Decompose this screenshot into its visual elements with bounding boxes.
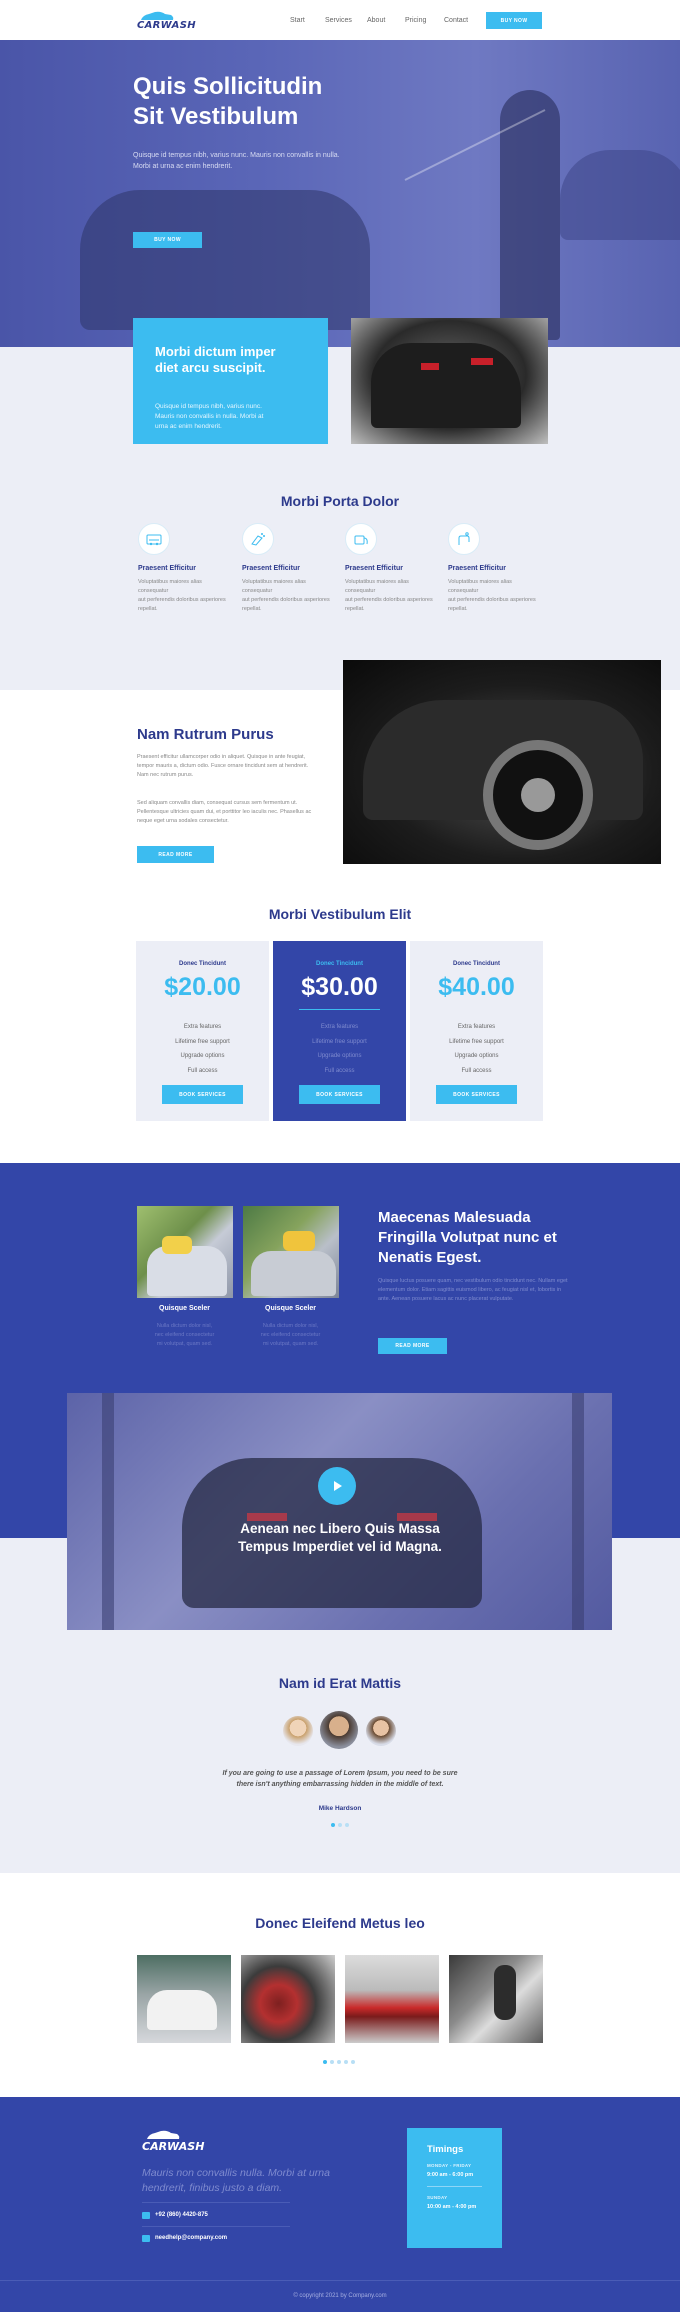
testimonial-quote: If you are going to use a passage of Lor…	[222, 1770, 458, 1788]
slider-dot[interactable]	[331, 1823, 335, 1827]
gallery-dot[interactable]	[330, 2060, 334, 2064]
hand-wash-icon	[448, 523, 480, 555]
video-title: Aenean nec Libero Quis Massa Tempus Impe…	[238, 1521, 442, 1554]
intro-card-title: Morbi dictum imper diet arcu suscipit.	[155, 344, 276, 375]
play-button[interactable]	[318, 1467, 356, 1505]
nav-start[interactable]: Start	[290, 17, 305, 24]
timings-label: MONDAY - FRIDAY	[427, 2163, 472, 2168]
hero-car-image	[80, 190, 370, 330]
hero-background-car	[560, 150, 680, 240]
nav-pricing[interactable]: Pricing	[405, 17, 426, 24]
services-background	[0, 347, 680, 690]
washing-photo	[243, 1206, 339, 1298]
gallery-dot[interactable]	[344, 2060, 348, 2064]
car-logo-icon	[147, 2130, 180, 2139]
service-item: Praesent Efficitur Voluptatibus maiores …	[242, 523, 332, 614]
feature-read-more-button[interactable]: READ MORE	[378, 1338, 447, 1354]
logo-text: CARWASH	[137, 20, 196, 31]
feature-card-caption: Quisque Sceler	[265, 1305, 316, 1312]
timings-hours: 9:00 am - 6:00 pm	[427, 2172, 474, 2178]
footer-description: Mauris non convallis nulla. Morbi at urn…	[142, 2167, 330, 2194]
pricing-card: Donec Tincidunt $20.00 Extra features Li…	[136, 941, 269, 1121]
divider	[0, 2280, 680, 2281]
gallery-dot[interactable]	[337, 2060, 341, 2064]
testimonial-author: Mike Hardson	[318, 1805, 362, 1812]
avatar[interactable]	[283, 1716, 313, 1746]
gallery-image[interactable]	[345, 1955, 439, 2043]
pricing-card: Donec Tincidunt $40.00 Extra features Li…	[410, 941, 543, 1121]
gallery-dot[interactable]	[351, 2060, 355, 2064]
nav-services[interactable]: Services	[325, 17, 352, 24]
washing-photo	[137, 1206, 233, 1298]
footer-email[interactable]: needhelp@company.com	[155, 2235, 227, 2241]
about-paragraph: Sed aliquam convallis diam, consequat cu…	[137, 800, 312, 824]
nav-about[interactable]: About	[367, 17, 385, 24]
spray-icon	[242, 523, 274, 555]
divider	[142, 2226, 290, 2227]
gallery-image[interactable]	[137, 1955, 231, 2043]
hero-buy-now-button[interactable]: BUY NOW	[133, 232, 202, 248]
intro-card: Morbi dictum imper diet arcu suscipit. Q…	[133, 318, 328, 444]
hero-title: Quis Sollicitudin Sit Vestibulum	[133, 73, 323, 130]
book-services-button[interactable]: BOOK SERVICES	[162, 1085, 243, 1104]
gallery-image[interactable]	[241, 1955, 335, 2043]
about-paragraph: Praesent efficitur ullamcorper odio in a…	[137, 754, 309, 778]
site-header: CARWASH Start Services About Pricing Con…	[0, 0, 680, 40]
timings-hours: 10:00 am - 4:00 pm	[427, 2204, 477, 2210]
book-services-button[interactable]: BOOK SERVICES	[436, 1085, 517, 1104]
divider	[142, 2202, 290, 2203]
footer-phone[interactable]: +92 (860) 4420-875	[155, 2212, 208, 2218]
email-icon	[142, 2235, 150, 2242]
about-read-more-button[interactable]: READ MORE	[137, 846, 214, 863]
hero-text: Quisque id tempus nibh, varius nunc. Mau…	[133, 152, 340, 170]
gallery-image[interactable]	[449, 1955, 543, 2043]
services-title: Morbi Porta Dolor	[280, 493, 400, 509]
intro-card-text: Quisque id tempus nibh, varius nunc. Mau…	[155, 403, 264, 430]
play-icon	[334, 1481, 342, 1491]
timings-label: SUNDAY	[427, 2195, 448, 2200]
copyright: © copyright 2021 by Company.com	[293, 2293, 387, 2299]
gallery-title: Donec Eleifend Metus leo	[255, 1915, 425, 1931]
gallery-dot[interactable]	[323, 2060, 327, 2064]
slider-dot[interactable]	[345, 1823, 349, 1827]
vacuum-icon	[345, 523, 377, 555]
testimonials-title: Nam id Erat Mattis	[278, 1675, 402, 1691]
avatar[interactable]	[366, 1716, 396, 1746]
timings-card: Timings MONDAY - FRIDAY 9:00 am - 6:00 p…	[407, 2128, 502, 2248]
timings-title: Timings	[427, 2144, 464, 2155]
pricing-title: Morbi Vestibulum Elit	[268, 906, 412, 922]
car-rear-photo	[351, 318, 548, 444]
wet-car-photo	[343, 660, 661, 864]
service-item: Praesent Efficitur Voluptatibus maiores …	[448, 523, 538, 614]
pricing-card-featured: Donec Tincidunt $30.00 Extra features Li…	[273, 941, 406, 1121]
feature-card-caption: Quisque Sceler	[159, 1305, 210, 1312]
about-title: Nam Rutrum Purus	[137, 726, 274, 743]
feature-title: Maecenas Malesuada Fringilla Volutpat nu…	[378, 1209, 557, 1266]
book-services-button[interactable]: BOOK SERVICES	[299, 1085, 380, 1104]
phone-icon	[142, 2212, 150, 2219]
nav-contact[interactable]: Contact	[444, 17, 468, 24]
feature-card-text: Nulla dictum dolor nisl, nec eleifend co…	[154, 1323, 215, 1347]
video-panel[interactable]	[67, 1393, 612, 1630]
header-buy-now-button[interactable]: BUY NOW	[486, 12, 542, 29]
price-value: $40.00	[438, 973, 515, 1001]
footer-logo[interactable]: CARWASH	[142, 2130, 205, 2153]
car-wash-icon	[138, 523, 170, 555]
carwash-logo[interactable]: CARWASH	[137, 11, 196, 33]
avatar-active[interactable]	[320, 1711, 358, 1749]
service-item: Praesent Efficitur Voluptatibus maiores …	[345, 523, 435, 614]
slider-dot[interactable]	[338, 1823, 342, 1827]
price-value: $30.00	[301, 973, 378, 1001]
price-value: $20.00	[164, 973, 241, 1001]
feature-card-text: Nulla dictum dolor nisl, nec eleifend co…	[260, 1323, 321, 1347]
service-item: Praesent Efficitur Voluptatibus maiores …	[138, 523, 228, 614]
feature-text: Quisque luctus posuere quam, nec vestibu…	[378, 1278, 568, 1302]
footer-logo-text: CARWASH	[142, 2140, 205, 2153]
